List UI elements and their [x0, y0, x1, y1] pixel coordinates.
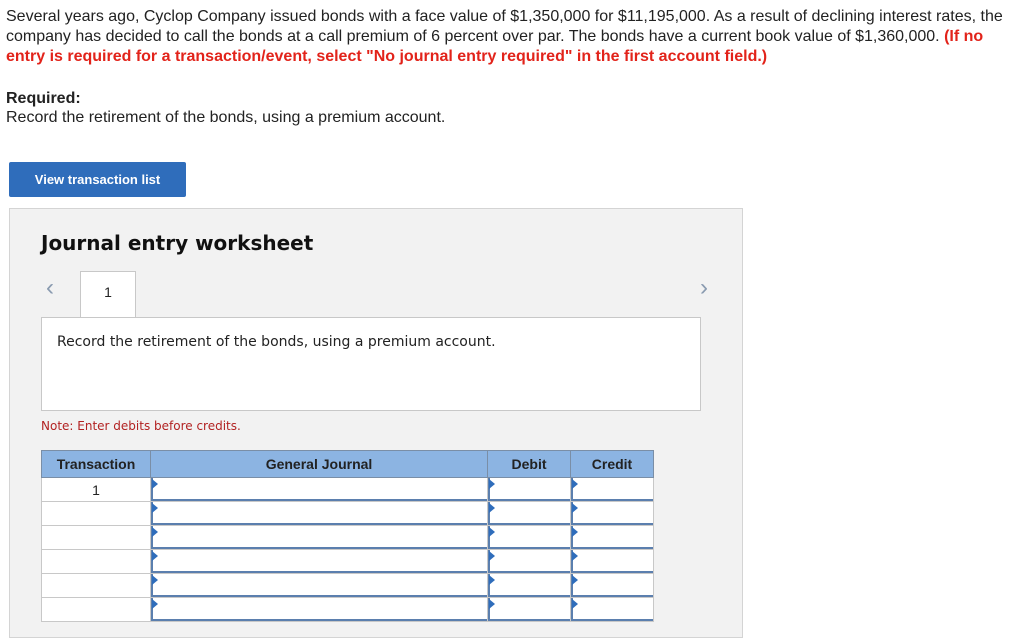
account-select[interactable]: [150, 573, 488, 598]
debit-input[interactable]: [487, 597, 571, 622]
table-row: [41, 501, 654, 526]
credit-input[interactable]: [570, 525, 654, 550]
entry-description: Record the retirement of the bonds, usin…: [57, 334, 496, 350]
column-header-transaction: Transaction: [41, 450, 151, 478]
column-header-general-journal: General Journal: [150, 450, 488, 478]
account-select[interactable]: [150, 501, 488, 526]
account-select[interactable]: [150, 477, 488, 502]
debit-input[interactable]: [487, 573, 571, 598]
debit-input[interactable]: [487, 525, 571, 550]
tab-entry-1[interactable]: 1: [80, 271, 136, 318]
problem-text: Several years ago, Cyclop Company issued…: [6, 8, 1003, 45]
table-row: [41, 573, 654, 598]
entry-description-box: Record the retirement of the bonds, usin…: [41, 317, 701, 411]
required-text: Record the retirement of the bonds, usin…: [6, 109, 446, 126]
chevron-left-icon[interactable]: ‹: [40, 275, 60, 301]
credit-input[interactable]: [570, 501, 654, 526]
column-header-debit: Debit: [487, 450, 571, 478]
table-row: [41, 597, 654, 622]
transaction-cell: [41, 501, 151, 526]
account-select[interactable]: [150, 549, 488, 574]
worksheet-title: Journal entry worksheet: [41, 231, 314, 255]
credit-input[interactable]: [570, 573, 654, 598]
journal-worksheet-panel: Journal entry worksheet ‹ 1 › Record the…: [9, 208, 743, 638]
table-row: [41, 525, 654, 550]
credit-input[interactable]: [570, 549, 654, 574]
debit-input[interactable]: [487, 477, 571, 502]
journal-table: Transaction General Journal Debit Credit…: [41, 450, 654, 622]
transaction-cell: [41, 597, 151, 622]
table-row: [41, 549, 654, 574]
tab-label: 1: [104, 284, 112, 300]
debit-input[interactable]: [487, 501, 571, 526]
column-header-credit: Credit: [570, 450, 654, 478]
chevron-right-icon[interactable]: ›: [694, 275, 714, 301]
transaction-cell: [41, 525, 151, 550]
transaction-cell: 1: [41, 477, 151, 502]
transaction-cell: [41, 549, 151, 574]
table-header-row: Transaction General Journal Debit Credit: [41, 450, 654, 478]
entry-note: Note: Enter debits before credits.: [41, 419, 241, 433]
required-heading: Required:: [6, 90, 81, 107]
account-select[interactable]: [150, 597, 488, 622]
transaction-cell: [41, 573, 151, 598]
debit-input[interactable]: [487, 549, 571, 574]
view-transaction-list-button[interactable]: View transaction list: [9, 162, 186, 197]
account-select[interactable]: [150, 525, 488, 550]
problem-statement: Several years ago, Cyclop Company issued…: [6, 7, 1016, 67]
credit-input[interactable]: [570, 477, 654, 502]
credit-input[interactable]: [570, 597, 654, 622]
table-row: 1: [41, 477, 654, 502]
